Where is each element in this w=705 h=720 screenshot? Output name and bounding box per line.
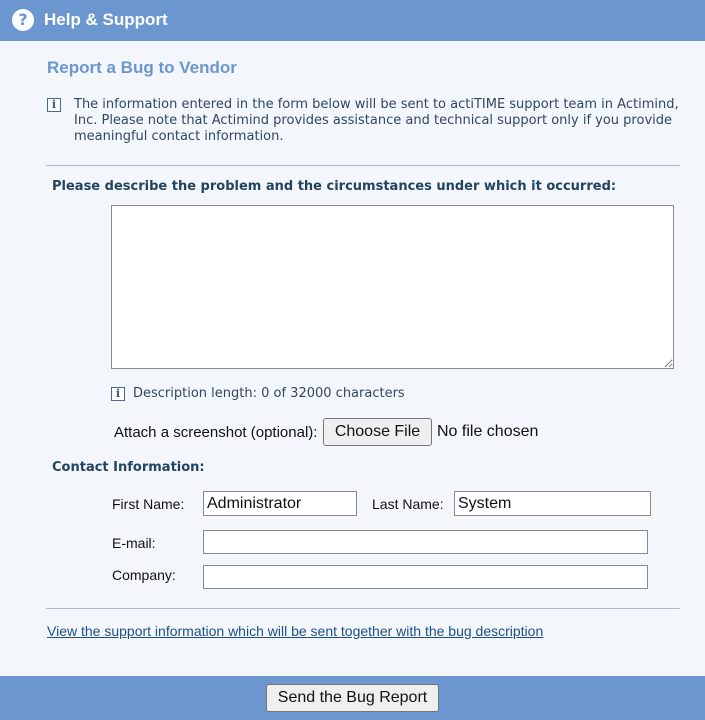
divider [46, 608, 680, 609]
divider [46, 165, 680, 166]
last-name-label: Last Name: [372, 496, 444, 512]
description-label: Please describe the problem and the circ… [52, 179, 617, 194]
company-label: Company: [112, 567, 176, 583]
support-info-link[interactable]: View the support information which will … [47, 623, 543, 639]
page-title: Report a Bug to Vendor [47, 58, 237, 77]
help-support-header: ? Help & Support [0, 0, 705, 41]
header-title: Help & Support [44, 10, 168, 29]
notice-text: The information entered in the form belo… [74, 97, 679, 144]
company-input[interactable] [203, 565, 648, 589]
attach-screenshot-label: Attach a screenshot (optional): [114, 424, 318, 441]
first-name-input[interactable] [203, 491, 357, 516]
contact-info-heading: Contact Information: [52, 460, 205, 475]
description-textarea[interactable] [111, 205, 674, 369]
info-icon: i [111, 387, 125, 401]
email-input[interactable] [203, 530, 648, 554]
description-length-text: Description length: 0 of 32000 character… [133, 386, 405, 401]
first-name-label: First Name: [112, 496, 185, 512]
choose-file-button[interactable]: Choose File [323, 418, 432, 446]
help-circle-icon: ? [12, 9, 34, 31]
info-icon: i [47, 98, 61, 112]
send-bug-report-button[interactable]: Send the Bug Report [266, 684, 439, 712]
last-name-input[interactable] [454, 491, 651, 516]
file-status-text: No file chosen [437, 423, 539, 440]
email-label: E-mail: [112, 535, 156, 551]
